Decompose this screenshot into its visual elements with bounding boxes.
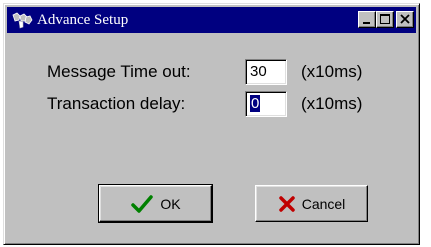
message-timeout-input[interactable]: 30 [245,59,287,85]
ok-button-label: OK [160,195,181,212]
checkmark-icon [131,194,154,213]
maximize-icon [380,14,390,24]
message-timeout-label: Message Time out: [47,62,191,81]
close-icon [400,14,410,24]
transaction-delay-value: 0 [250,95,261,112]
message-timeout-unit: (x10ms) [301,62,363,81]
transaction-delay-input[interactable]: 0 [245,91,287,117]
cancel-button-label: Cancel [301,195,346,212]
transaction-delay-label: Transaction delay: [47,94,186,113]
message-timeout-value: 30 [250,63,267,80]
transaction-delay-unit: (x10ms) [301,94,363,113]
maximize-button[interactable] [376,11,394,28]
ok-button[interactable]: OK [98,184,213,223]
app-icon [11,11,33,29]
title-bar[interactable]: Advance Setup [7,7,416,33]
minimize-button[interactable] [358,11,376,28]
window-title: Advance Setup [37,12,129,28]
cancel-button[interactable]: Cancel [255,185,368,222]
advance-setup-dialog: Advance Setup Message Time out: 30 (x10m… [3,3,420,245]
x-icon [278,195,295,212]
close-button[interactable] [396,11,414,28]
minimize-icon [363,22,370,24]
